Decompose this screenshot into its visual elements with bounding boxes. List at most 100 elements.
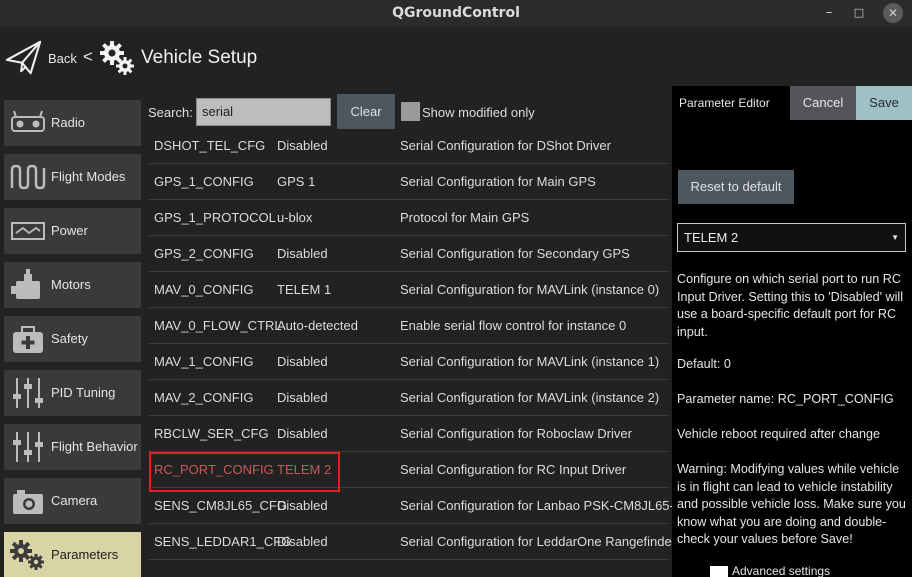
param-name: RBCLW_SER_CFG (154, 426, 269, 441)
param-name: DSHOT_TEL_CFG (154, 138, 266, 153)
param-name: GPS_1_PROTOCOL (154, 210, 276, 225)
param-value: Disabled (277, 246, 328, 261)
sidebar-item-flight-modes[interactable]: Flight Modes (4, 154, 141, 200)
param-value: GPS 1 (277, 174, 316, 189)
pid-tuning-icon (13, 378, 43, 408)
parameter-name-text: Parameter name: RC_PORT_CONFIG (677, 392, 894, 406)
param-value: Disabled (277, 534, 328, 549)
parameter-row[interactable]: GPS_2_CONFIG Disabled Serial Configurati… (149, 236, 669, 272)
param-description: Protocol for Main GPS (400, 210, 530, 225)
param-description: Serial Configuration for MAVLink (instan… (400, 282, 660, 297)
param-value: Auto-detected (277, 318, 358, 333)
parameter-row[interactable]: MAV_0_FLOW_CTRL Auto-detected Enable ser… (149, 308, 669, 344)
parameters-icon (10, 540, 44, 570)
power-icon (11, 222, 45, 240)
flight-modes-icon (10, 164, 46, 190)
parameter-row[interactable]: RBCLW_SER_CFG Disabled Serial Configurat… (149, 416, 669, 452)
value-dropdown[interactable]: TELEM 2 ▼ (677, 223, 906, 252)
search-label: Search: (148, 105, 193, 120)
value-dropdown-selected: TELEM 2 (684, 230, 739, 245)
clear-button[interactable]: Clear (337, 94, 395, 129)
parameter-description: Configure on which serial port to run RC… (677, 272, 903, 339)
sidebar-item-safety[interactable]: Safety (4, 316, 141, 362)
param-description: Serial Configuration for MAVLink (instan… (400, 390, 660, 405)
camera-icon (13, 490, 43, 514)
param-name: GPS_2_CONFIG (154, 246, 254, 261)
param-description: Serial Configuration for RC Input Driver (400, 462, 627, 477)
sidebar-item-flight-behavior[interactable]: Flight Behavior (4, 424, 141, 470)
sidebar-item-label: Radio (51, 115, 85, 130)
radio-icon (11, 110, 45, 132)
parameter-row[interactable]: GPS_1_CONFIG GPS 1 Serial Configuration … (149, 164, 669, 200)
sidebar-item-motors[interactable]: Motors (4, 262, 141, 308)
gears-icon (100, 41, 134, 75)
param-description: Serial Configuration for Roboclaw Driver (400, 426, 632, 441)
sidebar-item-radio[interactable]: Radio (4, 100, 141, 146)
save-button[interactable]: Save (856, 86, 912, 120)
flight-behavior-icon (13, 432, 43, 462)
sidebar-item-camera[interactable]: Camera (4, 478, 141, 524)
advanced-settings-checkbox[interactable] (710, 566, 728, 577)
parameter-editor-panel: Parameter Editor Cancel Save Reset to de… (672, 86, 912, 577)
sidebar-item-label: Parameters (51, 547, 119, 562)
param-value: Disabled (277, 138, 328, 153)
reboot-required-text: Vehicle reboot required after change (677, 427, 881, 441)
param-value: Disabled (277, 354, 328, 369)
back-button[interactable]: Back (48, 51, 77, 66)
paper-plane-icon[interactable] (5, 39, 43, 77)
page-title: Vehicle Setup (141, 47, 258, 68)
param-description: Serial Configuration for Secondary GPS (400, 246, 630, 261)
param-description: Serial Configuration for MAVLink (instan… (400, 354, 660, 369)
param-value: u-blox (277, 210, 313, 225)
sidebar-item-label: Flight Modes (51, 169, 126, 184)
parameter-row[interactable]: MAV_0_CONFIG TELEM 1 Serial Configuratio… (149, 272, 669, 308)
param-name: MAV_1_CONFIG (154, 354, 254, 369)
sidebar-item-power[interactable]: Power (4, 208, 141, 254)
param-name: MAV_2_CONFIG (154, 390, 254, 405)
sidebar-item-label: Camera (51, 493, 98, 508)
param-value: TELEM 1 (277, 282, 332, 297)
window-title: QGroundControl (392, 5, 520, 21)
toolbar-header: Back < Vehicle Setup (0, 27, 912, 90)
setup-sidebar: Radio Flight Modes Power Motors Safety P… (0, 90, 145, 577)
param-description: Serial Configuration for Lanbao PSK-CM8J… (400, 498, 693, 513)
parameter-list-panel: Search: serial Clear Show modified only … (145, 90, 693, 577)
motors-icon (11, 269, 40, 299)
sidebar-item-pid-tuning[interactable]: PID Tuning (4, 370, 141, 416)
safety-icon (13, 326, 43, 353)
param-name: MAV_0_FLOW_CTRL (154, 318, 282, 333)
default-value-text: Default: 0 (677, 357, 731, 371)
sidebar-item-label: Power (51, 223, 88, 238)
parameter-row[interactable]: GPS_1_PROTOCOL u-blox Protocol for Main … (149, 200, 669, 236)
chevron-down-icon: ▼ (891, 233, 899, 242)
param-name: SENS_LEDDAR1_CFG (154, 534, 292, 549)
breadcrumb-separator: < (83, 47, 93, 66)
window-titlebar: QGroundControl – □ ✕ (0, 0, 912, 27)
param-name: MAV_0_CONFIG (154, 282, 254, 297)
warning-text: Warning: Modifying values while vehicle … (677, 462, 906, 546)
parameter-row[interactable]: MAV_2_CONFIG Disabled Serial Configurati… (149, 380, 669, 416)
parameter-row[interactable]: SENS_LEDDAR1_CFG Disabled Serial Configu… (149, 524, 676, 560)
param-name: GPS_1_CONFIG (154, 174, 254, 189)
close-button[interactable]: ✕ (883, 3, 903, 23)
cancel-button[interactable]: Cancel (790, 86, 856, 120)
reset-to-default-button[interactable]: Reset to default (678, 170, 794, 204)
param-description: Serial Configuration for DShot Driver (400, 138, 611, 153)
parameter-row[interactable]: MAV_1_CONFIG Disabled Serial Configurati… (149, 344, 669, 380)
sidebar-item-label: Safety (51, 331, 88, 346)
minimize-button[interactable]: – (820, 4, 838, 22)
show-modified-label: Show modified only (422, 105, 535, 120)
sidebar-item-parameters[interactable]: Parameters (4, 532, 141, 577)
search-input[interactable]: serial (196, 98, 331, 126)
param-description: Enable serial flow control for instance … (400, 318, 627, 333)
param-value: Disabled (277, 390, 328, 405)
parameter-row[interactable]: DSHOT_TEL_CFG Disabled Serial Configurat… (149, 128, 669, 164)
show-modified-checkbox[interactable] (401, 102, 420, 121)
param-value: Disabled (277, 498, 328, 513)
sidebar-item-label: PID Tuning (51, 385, 116, 400)
editor-title: Parameter Editor (679, 96, 770, 110)
parameter-row[interactable]: SENS_CM8JL65_CFG Disabled Serial Configu… (149, 488, 693, 524)
param-description: Serial Configuration for Main GPS (400, 174, 596, 189)
maximize-button[interactable]: □ (850, 4, 868, 22)
sidebar-item-label: Motors (51, 277, 91, 292)
